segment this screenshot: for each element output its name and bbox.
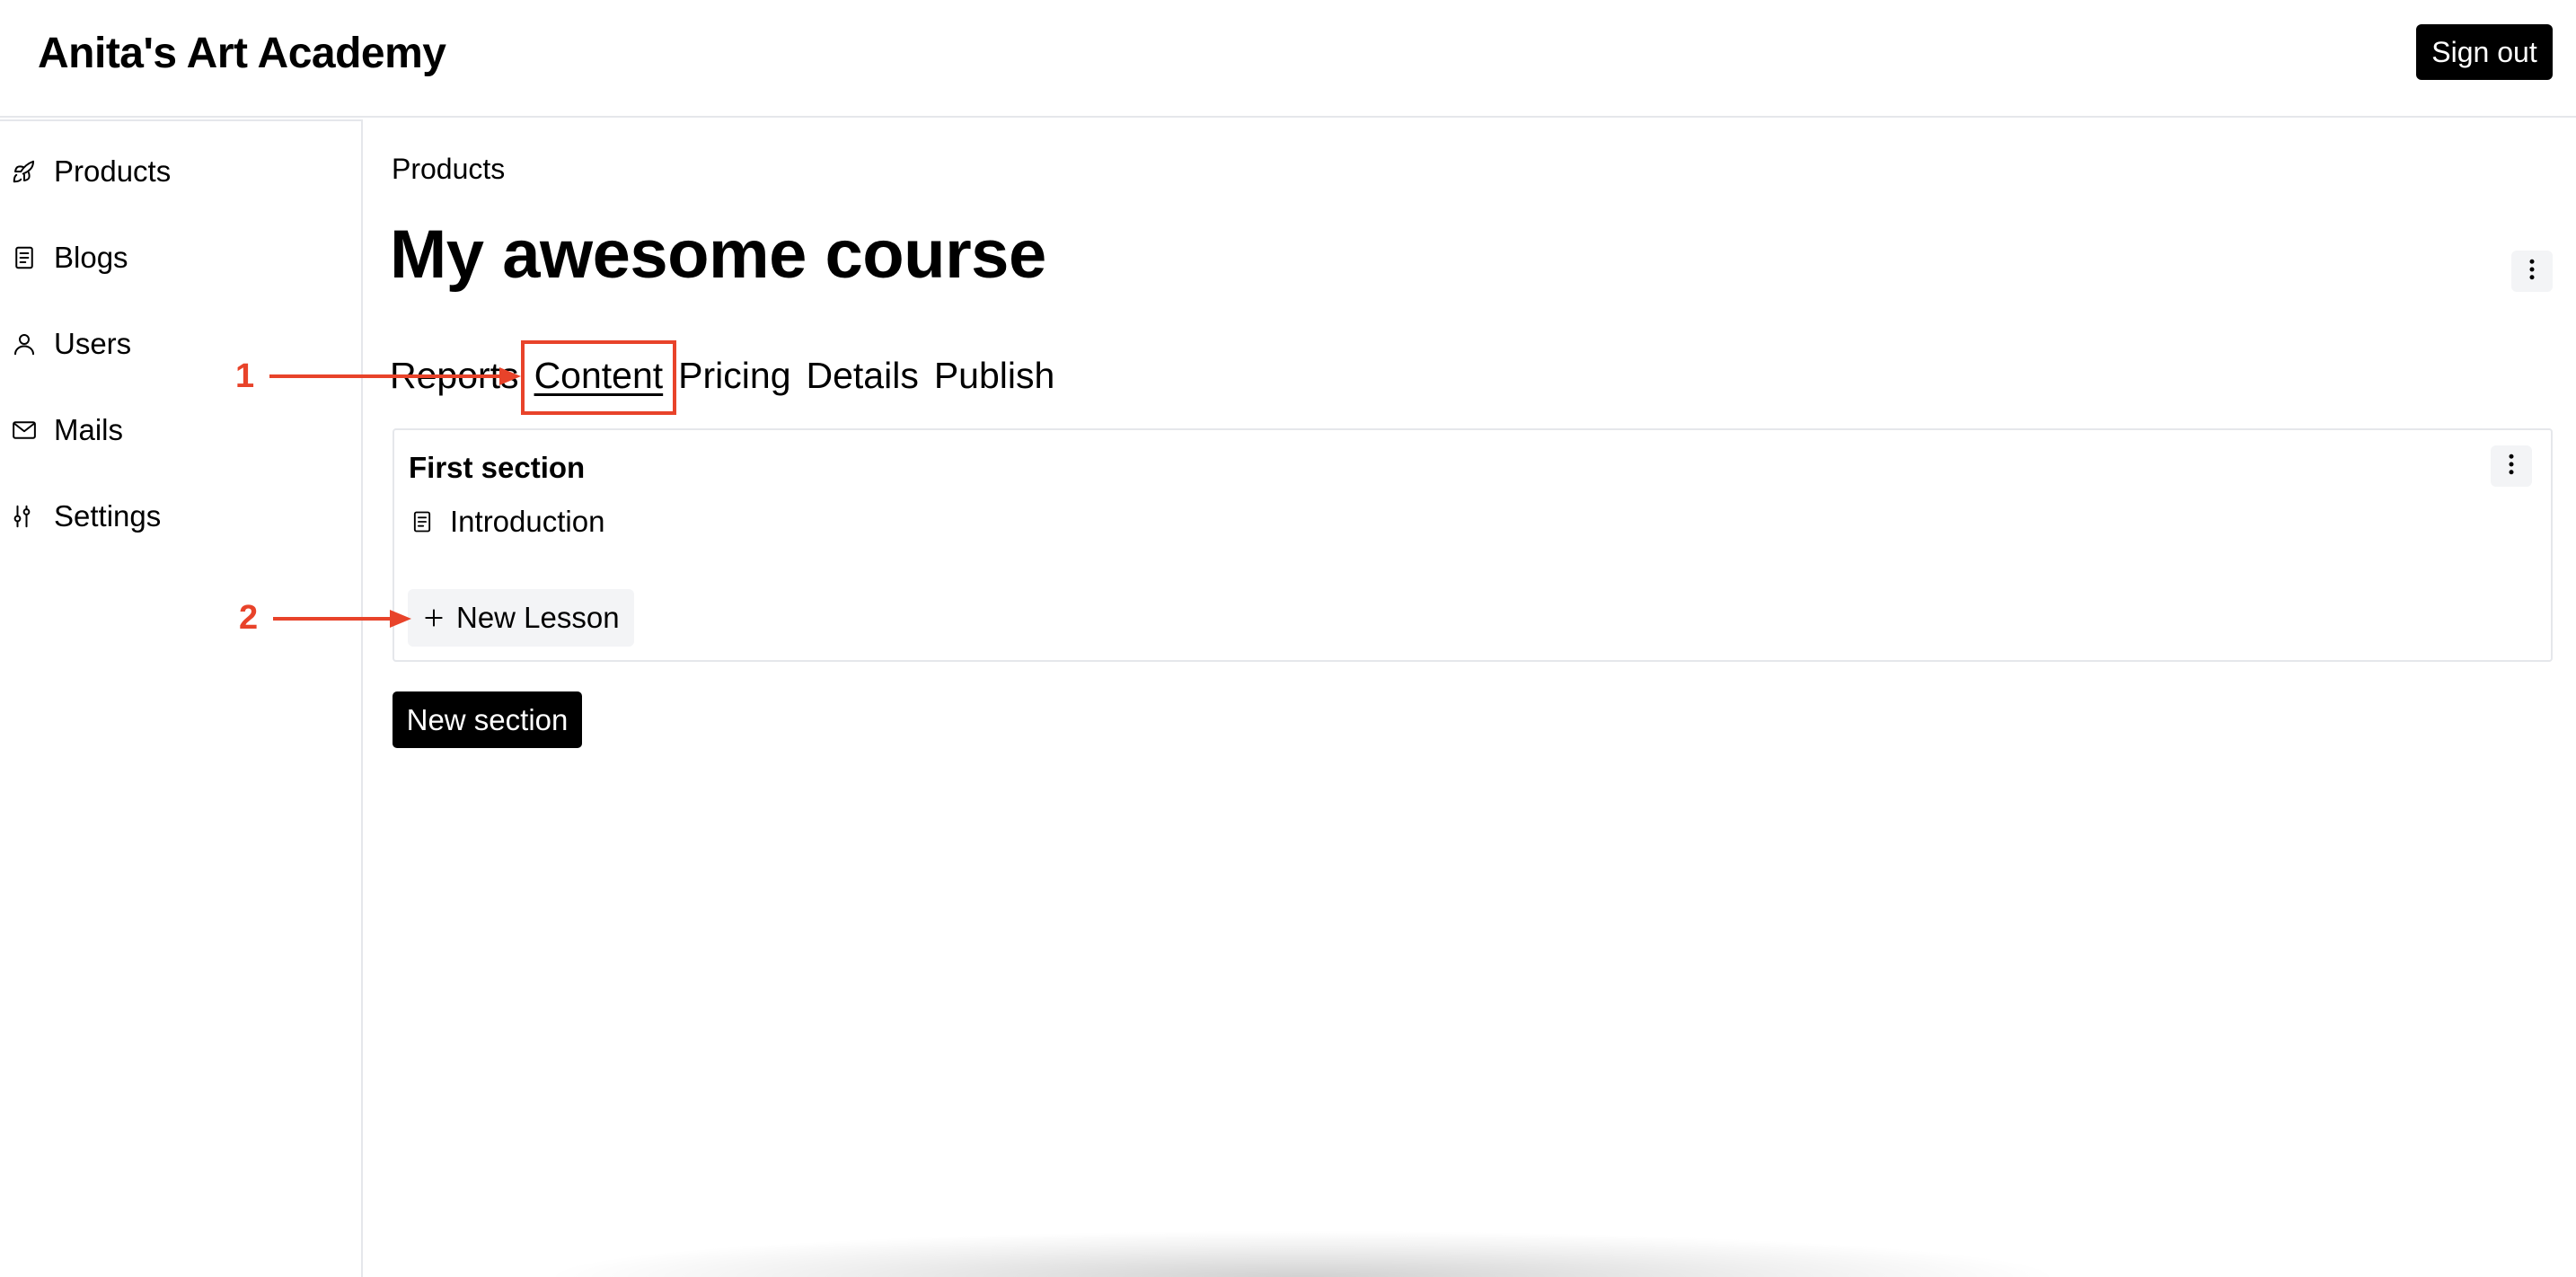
app-title[interactable]: Anita's Art Academy [38, 29, 446, 78]
sidebar-item-products[interactable]: Products [9, 145, 350, 198]
tab-reports[interactable]: Reports [390, 348, 519, 402]
sidebar-item-label: Settings [54, 499, 162, 533]
callout-number-2: 2 [239, 599, 259, 637]
breadcrumb[interactable]: Products [392, 153, 505, 186]
more-vertical-icon [2519, 256, 2545, 287]
new-lesson-button[interactable]: New Lesson [408, 589, 634, 647]
sidebar-item-users[interactable]: Users [9, 317, 350, 371]
tab-details[interactable]: Details [807, 348, 919, 402]
user-icon [9, 329, 40, 359]
sidebar-item-label: Products [54, 154, 172, 188]
sliders-icon [9, 501, 40, 532]
sidebar-item-blogs[interactable]: Blogs [9, 231, 350, 285]
course-tabs: Reports Content Pricing Details Publish [390, 348, 1054, 402]
sidebar-item-mails[interactable]: Mails [9, 403, 350, 457]
tab-publish[interactable]: Publish [934, 348, 1054, 402]
tab-content[interactable]: Content [534, 348, 664, 402]
mail-icon [9, 415, 40, 445]
new-section-button[interactable]: New section [393, 691, 582, 748]
sidebar-item-settings[interactable]: Settings [9, 489, 350, 543]
sidebar-item-label: Users [54, 327, 132, 360]
page-title: My awesome course [390, 216, 1046, 293]
section-menu-button[interactable] [2491, 445, 2532, 487]
document-icon [409, 508, 436, 535]
sidebar: Products Blogs Users Mails Settings [0, 119, 363, 1277]
callout-number-1: 1 [235, 357, 255, 395]
bottom-shadow [539, 1230, 2066, 1277]
lesson-item[interactable]: Introduction [409, 502, 604, 542]
tab-pricing[interactable]: Pricing [678, 348, 790, 402]
top-header: Anita's Art Academy Sign out [0, 0, 2576, 118]
document-icon [9, 242, 40, 273]
new-lesson-label: New Lesson [456, 601, 620, 634]
sidebar-item-label: Blogs [54, 241, 128, 274]
sidebar-item-label: Mails [54, 413, 124, 446]
lesson-title: Introduction [450, 505, 605, 538]
sign-out-button[interactable]: Sign out [2416, 24, 2553, 80]
rocket-icon [9, 156, 40, 187]
course-menu-button[interactable] [2511, 251, 2553, 292]
plus-icon [422, 606, 446, 630]
section-card: First section Introduction New Lesson [393, 428, 2553, 662]
section-title: First section [409, 451, 586, 484]
more-vertical-icon [2498, 451, 2525, 482]
